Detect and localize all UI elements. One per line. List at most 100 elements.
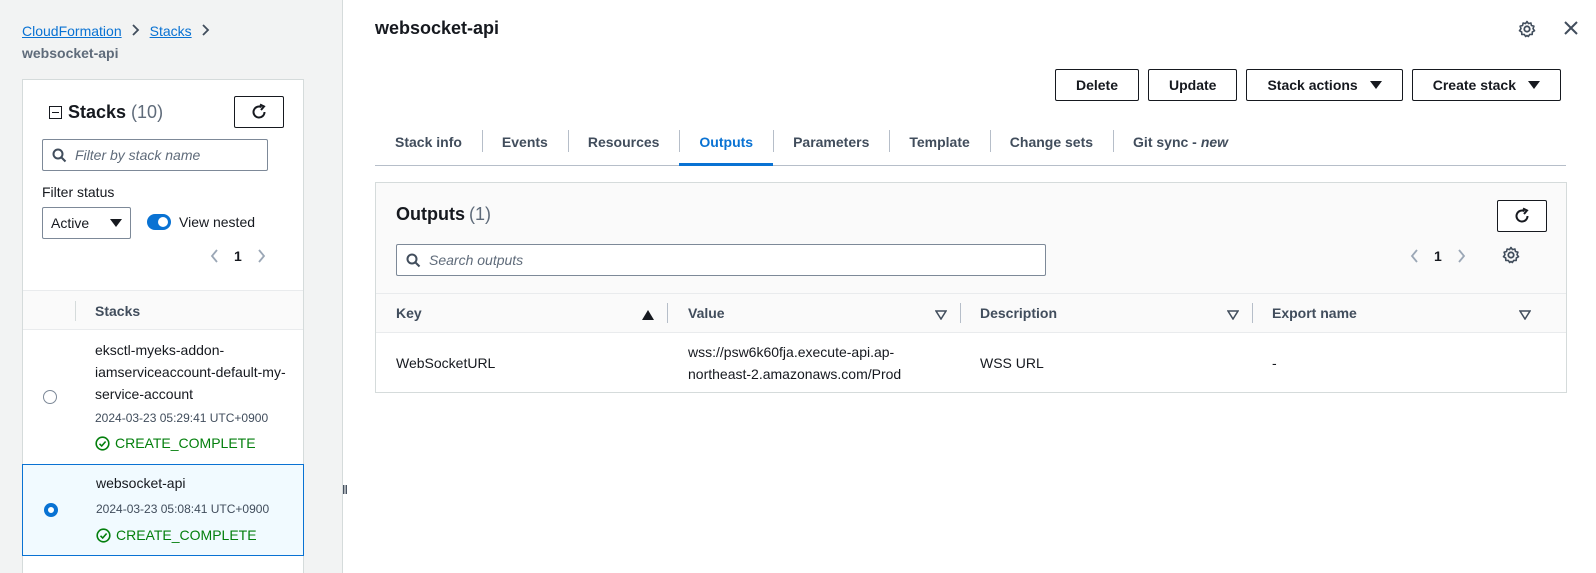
stack-actions-toolbar: Delete Update Stack actions Create stack xyxy=(1054,69,1561,101)
delete-button[interactable]: Delete xyxy=(1054,69,1139,101)
breadcrumb-stacks[interactable]: Stacks xyxy=(150,23,192,39)
tab-template[interactable]: Template xyxy=(889,118,989,165)
caret-down-icon xyxy=(1528,81,1540,89)
refresh-icon xyxy=(252,103,266,119)
stack-row[interactable]: eksctl-myeks-addon-iamserviceaccount-def… xyxy=(23,330,303,465)
output-export-name: - xyxy=(1272,355,1277,371)
next-page-button[interactable] xyxy=(254,249,270,263)
search-outputs-field[interactable] xyxy=(396,244,1046,276)
new-badge: new xyxy=(1200,133,1229,150)
stacks-side-panel: CloudFormation Stacks websocket-api Stac… xyxy=(0,0,343,573)
stack-actions-label: Stack actions xyxy=(1267,77,1358,93)
column-divider[interactable] xyxy=(960,303,961,323)
tab-label: Events xyxy=(501,133,548,150)
create-stack-dropdown[interactable]: Create stack xyxy=(1411,69,1561,101)
stack-radio-checked[interactable] xyxy=(44,503,58,517)
chevron-right-icon xyxy=(258,249,266,263)
page-title: websocket-api xyxy=(375,18,500,38)
tab-change-sets[interactable]: Change sets xyxy=(989,118,1113,165)
tab-git-sync[interactable]: Git sync - new xyxy=(1113,118,1248,165)
collapse-icon[interactable] xyxy=(49,106,62,119)
sort-icon[interactable] xyxy=(1226,307,1240,323)
tab-events[interactable]: Events xyxy=(481,118,568,165)
status-badge: CREATE_COMPLETE xyxy=(95,435,256,451)
previous-page-button[interactable] xyxy=(1406,249,1422,263)
tab-outputs[interactable]: Outputs xyxy=(679,118,773,166)
sort-icon[interactable] xyxy=(1518,307,1532,323)
filter-status-select[interactable]: Active xyxy=(42,207,131,239)
breadcrumb-cloudformation[interactable]: CloudFormation xyxy=(22,23,122,39)
page-number[interactable]: 1 xyxy=(234,248,242,264)
tab-label: Parameters xyxy=(793,133,870,150)
output-value-line1: wss://psw6k60fja.execute-api.ap- xyxy=(688,344,895,360)
output-description: WSS URL xyxy=(980,355,1044,371)
column-header-description[interactable]: Description xyxy=(980,294,1057,332)
sort-ascending-icon[interactable] xyxy=(642,307,654,323)
status-text: CREATE_COMPLETE xyxy=(116,527,257,543)
refresh-outputs-button[interactable] xyxy=(1497,200,1547,232)
stacks-list-card: Stacks (10) Filter status Active View ne… xyxy=(22,79,304,573)
delete-button-label: Delete xyxy=(1075,77,1118,93)
tab-resources[interactable]: Resources xyxy=(567,118,680,165)
sort-icon[interactable] xyxy=(934,307,948,323)
previous-page-button[interactable] xyxy=(206,249,222,263)
tab-label: Outputs xyxy=(699,133,754,150)
column-divider[interactable] xyxy=(1252,303,1253,323)
refresh-stacks-button[interactable] xyxy=(234,96,284,128)
output-value-line2: northeast-2.amazonaws.com/Prod xyxy=(688,366,902,382)
stack-actions-dropdown[interactable]: Stack actions xyxy=(1246,69,1403,101)
filter-status-label: Filter status xyxy=(42,184,115,200)
chevron-right-icon xyxy=(1458,249,1466,263)
column-divider[interactable] xyxy=(667,303,668,323)
breadcrumb-current: websocket-api xyxy=(22,45,119,61)
stack-filter-field[interactable] xyxy=(42,139,268,171)
create-stack-label: Create stack xyxy=(1432,77,1516,93)
chevron-left-icon xyxy=(1410,249,1418,263)
stack-name[interactable]: eksctl-myeks-addon-iamserviceaccount-def… xyxy=(95,339,295,405)
outputs-pagination: 1 xyxy=(1406,248,1470,264)
outputs-count: (1) xyxy=(469,204,491,224)
stack-filter-input[interactable] xyxy=(75,147,255,163)
column-header-key[interactable]: Key xyxy=(396,294,422,332)
output-key: WebSocketURL xyxy=(396,355,496,371)
status-text: CREATE_COMPLETE xyxy=(115,435,256,451)
outputs-table-header: Key Value Description Export name xyxy=(376,293,1566,333)
update-button[interactable]: Update xyxy=(1148,69,1238,101)
stacks-heading: Stacks (10) xyxy=(49,102,163,123)
stack-timestamp: 2024-03-23 05:29:41 UTC+0900 xyxy=(95,411,269,425)
tab-label: Stack info xyxy=(395,133,462,150)
update-button-label: Update xyxy=(1169,77,1217,93)
refresh-icon xyxy=(1515,207,1529,223)
page-number[interactable]: 1 xyxy=(1434,248,1442,264)
tab-label: Resources xyxy=(587,133,660,150)
tab-parameters[interactable]: Parameters xyxy=(773,118,889,165)
search-outputs-input[interactable] xyxy=(429,252,1029,268)
tab-label: Change sets xyxy=(1009,133,1094,150)
settings-button[interactable] xyxy=(1518,20,1536,41)
table-row: WebSocketURL wss://psw6k60fja.execute-ap… xyxy=(376,333,1566,393)
view-nested-toggle[interactable] xyxy=(147,214,171,230)
chevron-right-icon xyxy=(201,20,210,42)
column-header-export-name[interactable]: Export name xyxy=(1272,294,1357,332)
search-icon xyxy=(52,148,67,162)
tab-stack-info[interactable]: Stack info xyxy=(375,118,482,165)
stack-row-selected[interactable]: websocket-api 2024-03-23 05:08:41 UTC+09… xyxy=(22,464,304,556)
next-page-button[interactable] xyxy=(1454,249,1470,263)
chevron-left-icon xyxy=(210,249,218,263)
gear-icon xyxy=(1502,246,1520,264)
stacks-count: (10) xyxy=(131,102,164,122)
stack-timestamp: 2024-03-23 05:08:41 UTC+0900 xyxy=(96,502,270,516)
search-icon xyxy=(406,253,421,267)
stack-radio[interactable] xyxy=(43,390,57,404)
gear-icon xyxy=(1518,20,1536,38)
outputs-title: Outputs xyxy=(396,204,465,224)
caret-down-icon xyxy=(1369,81,1382,89)
breadcrumb: CloudFormation Stacks websocket-api xyxy=(22,20,322,64)
column-header-value[interactable]: Value xyxy=(688,294,725,332)
stack-name[interactable]: websocket-api xyxy=(96,472,296,494)
table-preferences-button[interactable] xyxy=(1502,246,1520,267)
close-panel-button[interactable] xyxy=(1563,20,1579,39)
outputs-container: Outputs(1) 1 Key Value xyxy=(375,182,1567,393)
panel-resize-handle[interactable]: ‖ xyxy=(342,483,348,497)
tab-label: Git sync - xyxy=(1133,133,1197,150)
